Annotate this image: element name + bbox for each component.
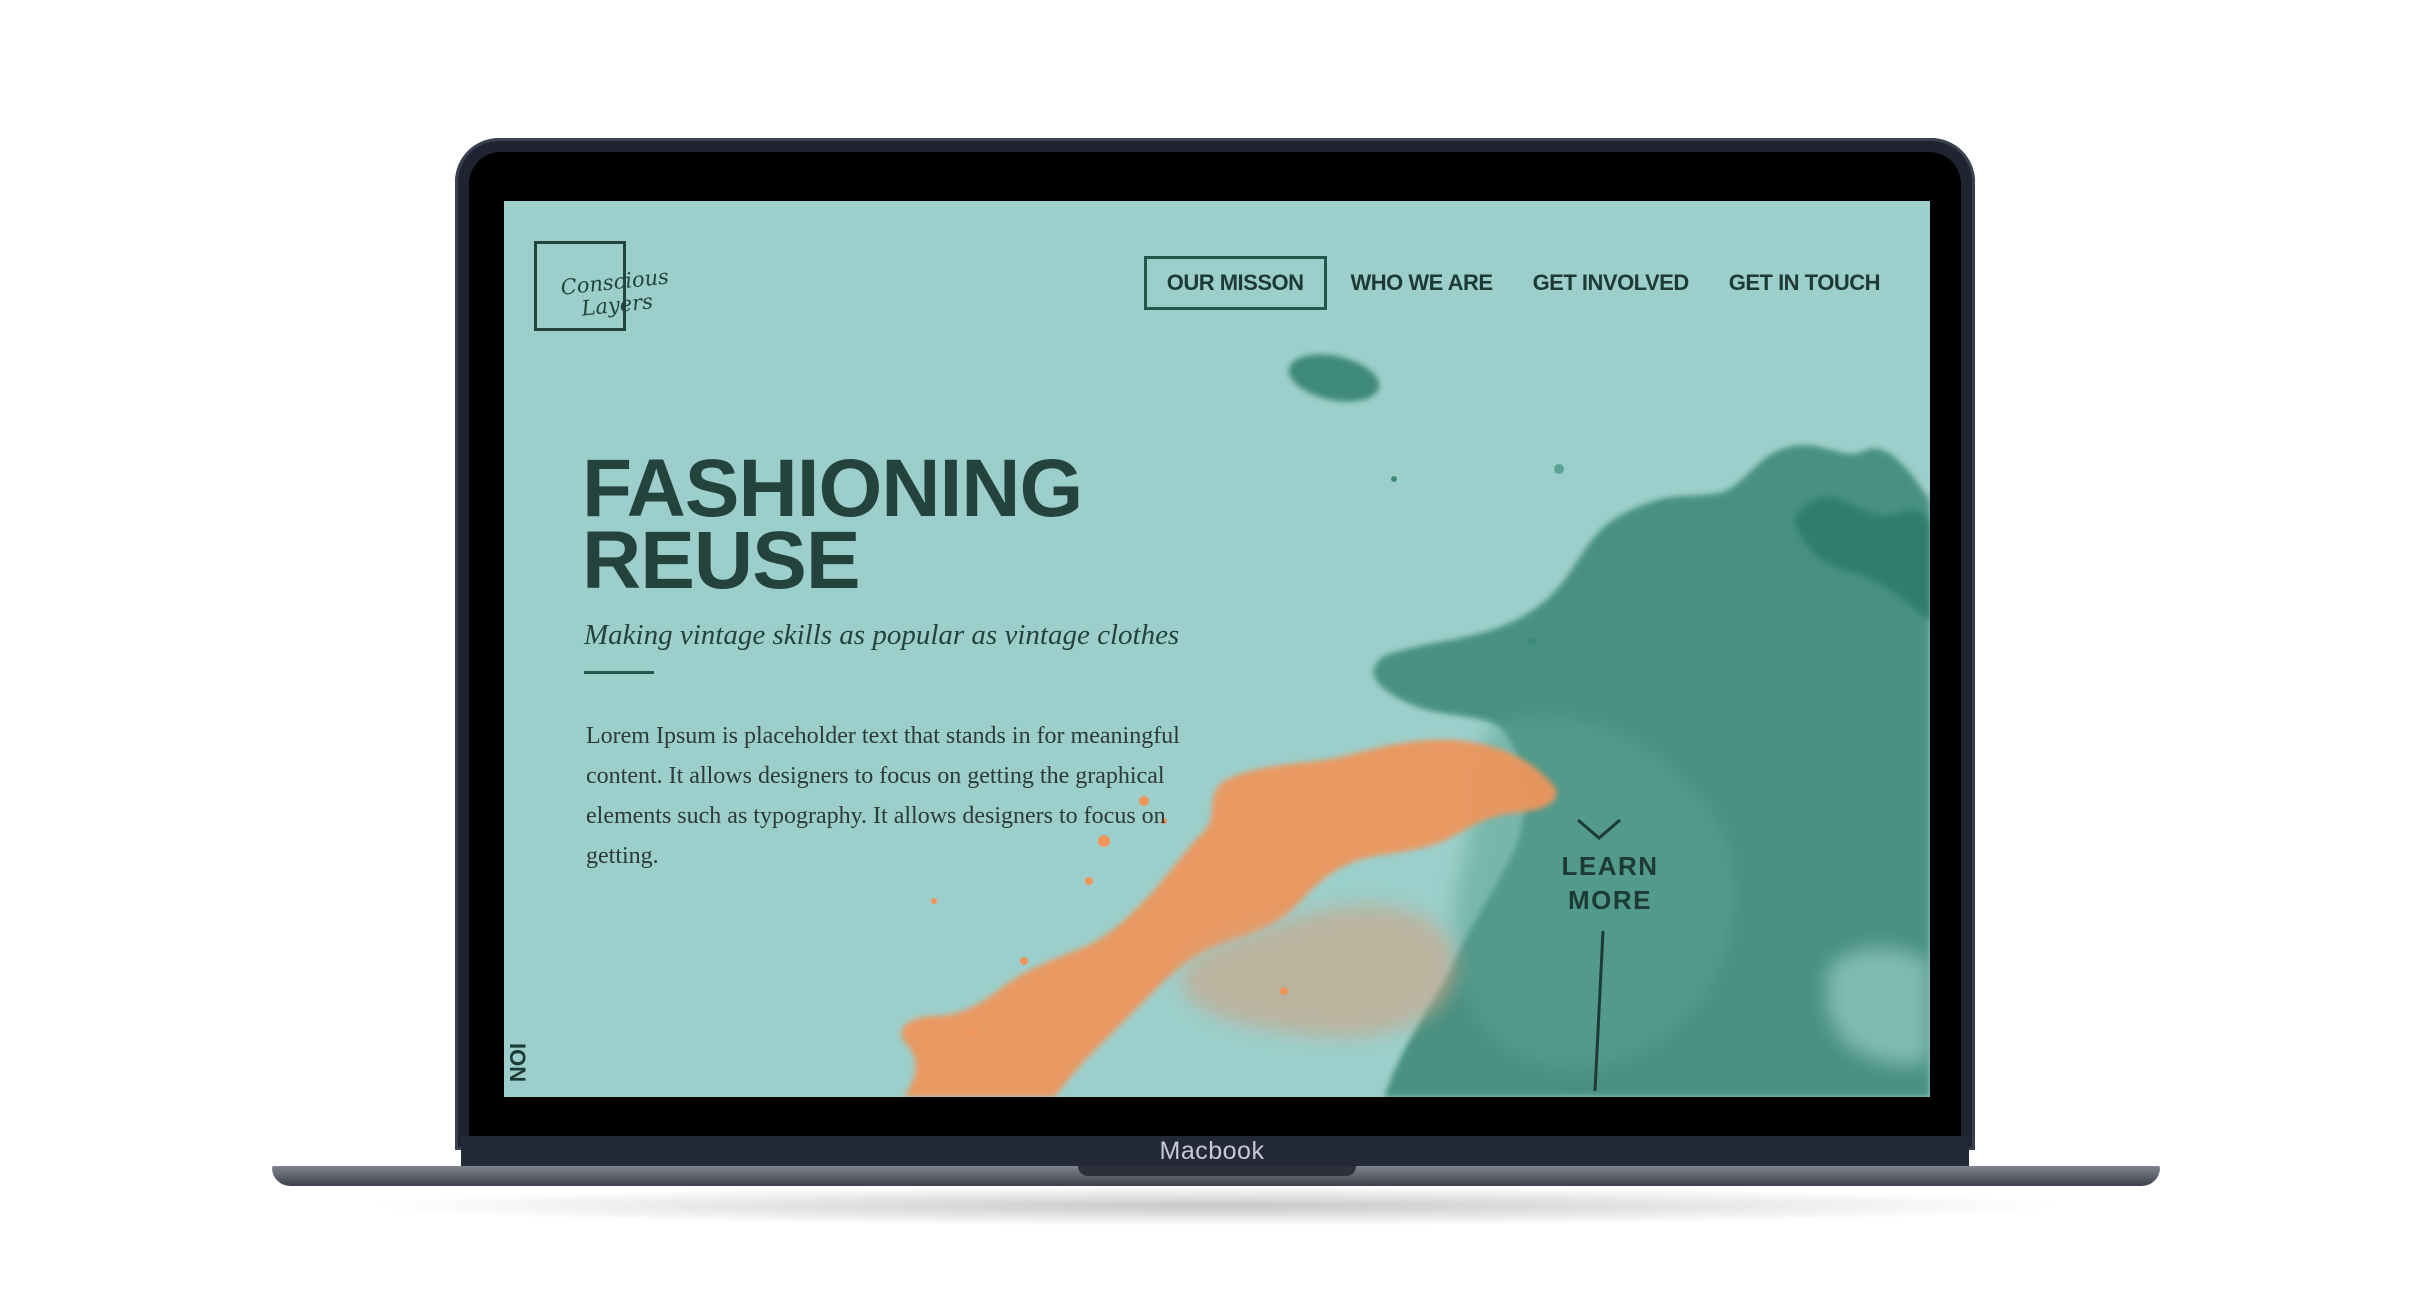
learn-more-button[interactable]: LEARN MORE bbox=[1540, 849, 1680, 917]
nav-our-mission[interactable]: OUR MISSON bbox=[1143, 256, 1327, 310]
nav-who-we-are[interactable]: WHO WE ARE bbox=[1331, 256, 1513, 310]
scroll-line bbox=[1593, 931, 1605, 1091]
laptop-base-notch bbox=[1078, 1166, 1356, 1176]
website-screen: Conscious Layers OUR MISSON WHO WE ARE G… bbox=[504, 201, 1930, 1097]
nav-get-involved[interactable]: GET INVOLVED bbox=[1513, 256, 1709, 310]
hero-tagline: Making vintage skills as popular as vint… bbox=[584, 619, 1180, 651]
learn-more-line1: LEARN bbox=[1561, 851, 1659, 881]
device-label: Macbook bbox=[1159, 1137, 1265, 1165]
mockup-stage: Conscious Layers OUR MISSON WHO WE ARE G… bbox=[0, 0, 2424, 1304]
hero-title-line2: REUSE bbox=[582, 515, 861, 606]
learn-more-line2: MORE bbox=[1568, 885, 1652, 915]
nav-get-in-touch[interactable]: GET IN TOUCH bbox=[1709, 256, 1900, 310]
hero-body-text: Lorem Ipsum is placeholder text that sta… bbox=[586, 723, 1180, 869]
laptop-shadow bbox=[360, 1186, 2072, 1226]
chevron-down-icon[interactable] bbox=[1574, 816, 1624, 842]
tagline-divider bbox=[584, 671, 654, 674]
vertical-side-label: ION bbox=[505, 1043, 530, 1083]
hero-title: FASHIONING REUSE bbox=[582, 448, 1083, 606]
main-nav: OUR MISSON WHO WE ARE GET INVOLVED GET I… bbox=[1143, 256, 1900, 310]
